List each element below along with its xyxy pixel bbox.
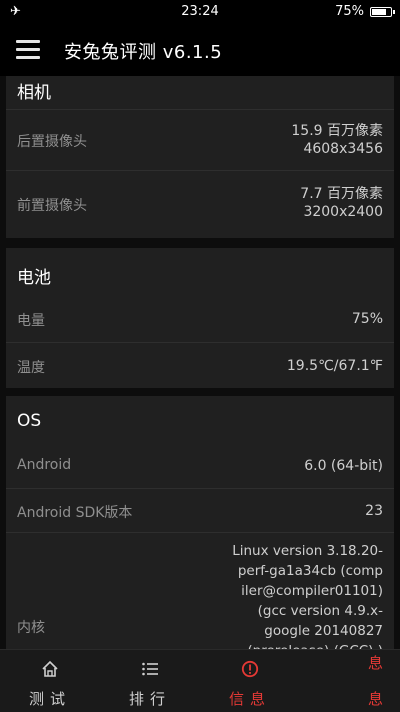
rear-camera-resolution: 4608x3456 — [303, 141, 383, 157]
app-bar: 安兔兔评测 v6.1.5 — [0, 24, 400, 76]
info-alert-icon — [200, 660, 300, 678]
rear-camera-label: 后置摄像头 — [17, 134, 87, 150]
camera-header: 相机 — [17, 83, 51, 103]
rear-camera-row: 后置摄像头 15.9 百万像素 4608x3456 — [6, 109, 394, 171]
front-camera-value: 7.7 百万像素 3200x2400 — [300, 185, 383, 221]
camera-card: 相机 后置摄像头 15.9 百万像素 4608x3456 前置摄像头 7.7 百… — [6, 76, 394, 238]
battery-temp-label: 温度 — [17, 360, 45, 376]
front-camera-resolution: 3200x2400 — [303, 204, 383, 220]
status-bar: ✈ 23:24 75% — [0, 0, 400, 24]
battery-level-value: 75% — [351, 311, 383, 327]
battery-percent: 75% — [335, 4, 364, 19]
battery-level-row: 电量 75% — [6, 296, 394, 342]
home-icon — [0, 660, 100, 678]
battery-temp-row: 温度 19.5℃/67.1℉ — [6, 342, 394, 389]
kernel-row: 内核 Linux version 3.18.20- perf-ga1a34cb … — [6, 532, 394, 649]
app-title: 安兔兔评测 v6.1.5 — [64, 42, 223, 63]
kernel-line: Linux version 3.18.20- — [232, 543, 383, 559]
kernel-line: perf-ga1a34cb (comp — [237, 563, 383, 579]
nav-more[interactable]: 息 息 — [300, 650, 400, 712]
rear-camera-value: 15.9 百万像素 4608x3456 — [291, 122, 383, 158]
kernel-line: google 20140827 — [264, 623, 383, 639]
battery-icon — [370, 7, 395, 17]
os-card: OS Android 6.0 (64-bit) Android SDK版本 23… — [6, 396, 394, 649]
info-content[interactable]: 相机 后置摄像头 15.9 百万像素 4608x3456 前置摄像头 7.7 百… — [0, 76, 400, 649]
rear-camera-megapixels: 15.9 百万像素 — [291, 123, 383, 139]
bottom-nav: 测试 排行 信息 息 息 — [0, 649, 400, 712]
kernel-line: iler@compiler01101) — [241, 583, 383, 599]
front-camera-megapixels: 7.7 百万像素 — [300, 186, 383, 202]
kernel-line: (prerelease) (GCC) ) — [232, 641, 383, 649]
kernel-line: (gcc version 4.9.x- — [257, 603, 383, 619]
android-version-value: 6.0 (64-bit) — [304, 458, 383, 474]
front-camera-label: 前置摄像头 — [17, 198, 87, 214]
battery-card: 电池 电量 75% 温度 19.5℃/67.1℉ — [6, 248, 394, 388]
battery-fill — [372, 9, 386, 15]
battery-temp-value: 19.5℃/67.1℉ — [286, 358, 383, 374]
kernel-value: Linux version 3.18.20- perf-ga1a34cb (co… — [232, 541, 383, 649]
nav-test[interactable]: 测试 — [0, 650, 100, 712]
list-icon — [100, 660, 200, 678]
nav-test-label: 测试 — [28, 690, 71, 708]
nav-rank-label: 排行 — [128, 690, 171, 708]
nav-info-label: 信息 — [228, 690, 271, 708]
sdk-version-row: Android SDK版本 23 — [6, 488, 394, 533]
nav-more-top: 息 — [368, 654, 384, 672]
nav-rank[interactable]: 排行 — [100, 650, 200, 712]
hamburger-menu-icon[interactable] — [16, 39, 40, 59]
sdk-version-value: 23 — [365, 503, 383, 519]
android-version-label: Android — [17, 457, 72, 473]
front-camera-row: 前置摄像头 7.7 百万像素 3200x2400 — [6, 170, 394, 239]
nav-more-bottom: 息 — [368, 690, 384, 708]
android-version-row: Android 6.0 (64-bit) — [6, 444, 394, 488]
battery-header: 电池 — [17, 268, 51, 288]
os-header: OS — [17, 411, 42, 431]
battery-level-label: 电量 — [17, 313, 45, 329]
nav-info[interactable]: 信息 — [200, 650, 300, 712]
sdk-version-label: Android SDK版本 — [17, 505, 133, 521]
kernel-label: 内核 — [17, 620, 45, 636]
